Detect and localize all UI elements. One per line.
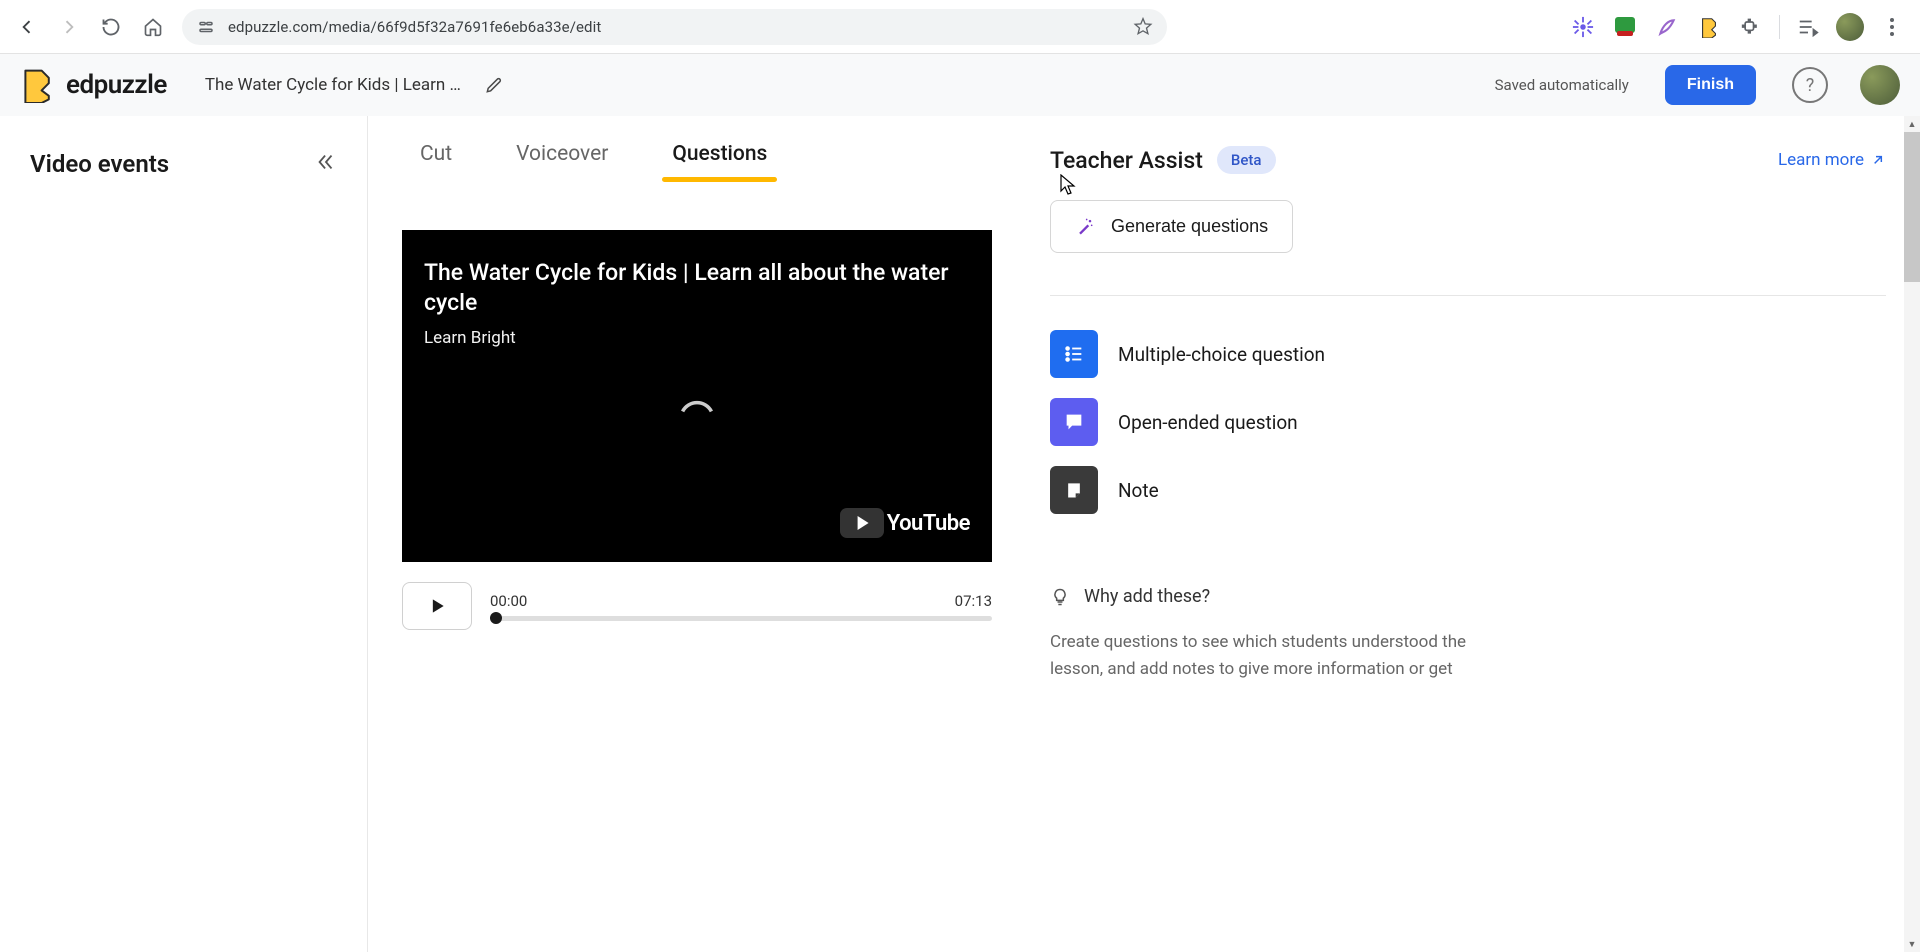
current-time: 00:00 xyxy=(490,592,527,610)
learn-more-link[interactable]: Learn more xyxy=(1778,150,1886,170)
play-button[interactable] xyxy=(402,582,472,630)
finish-button[interactable]: Finish xyxy=(1665,65,1756,105)
open-ended-label: Open-ended question xyxy=(1118,411,1298,434)
scroll-down-button[interactable]: ▼ xyxy=(1904,936,1920,952)
content-area: Cut Voiceover Questions The Water Cycle … xyxy=(368,116,1920,952)
extensions-icon[interactable] xyxy=(1737,13,1765,41)
site-settings-icon[interactable] xyxy=(196,17,216,37)
reload-button[interactable] xyxy=(94,10,128,44)
extension-edpuzzle-icon[interactable] xyxy=(1695,13,1723,41)
profile-avatar[interactable] xyxy=(1860,65,1900,105)
external-link-icon xyxy=(1870,152,1886,168)
logo-text: edpuzzle xyxy=(66,70,167,100)
list-icon xyxy=(1050,330,1098,378)
tab-voiceover[interactable]: Voiceover xyxy=(516,142,608,182)
edit-title-button[interactable] xyxy=(479,70,509,100)
multiple-choice-label: Multiple-choice question xyxy=(1118,343,1325,366)
hint-body: Create questions to see which students u… xyxy=(1050,629,1470,683)
add-open-ended-button[interactable]: Open-ended question xyxy=(1050,398,1886,446)
scroll-up-button[interactable]: ▲ xyxy=(1904,116,1920,132)
vertical-scrollbar[interactable]: ▲ ▼ xyxy=(1904,116,1920,952)
back-button[interactable] xyxy=(10,10,44,44)
extensions-row xyxy=(1569,13,1910,41)
beta-badge: Beta xyxy=(1217,146,1276,174)
video-player[interactable]: The Water Cycle for Kids | Learn all abo… xyxy=(402,230,992,562)
magic-wand-icon xyxy=(1075,217,1095,237)
save-status: Saved automatically xyxy=(1495,76,1629,94)
extension-feather-icon[interactable] xyxy=(1653,13,1681,41)
generate-questions-button[interactable]: Generate questions xyxy=(1050,200,1293,253)
chat-icon xyxy=(1050,398,1098,446)
menu-icon[interactable] xyxy=(1878,13,1906,41)
pencil-icon xyxy=(484,75,504,95)
playlist-icon[interactable] xyxy=(1794,13,1822,41)
note-icon xyxy=(1050,466,1098,514)
tab-cut[interactable]: Cut xyxy=(420,142,452,182)
url-text: edpuzzle.com/media/66f9d5f32a7691fe6eb6a… xyxy=(228,18,1121,36)
play-icon xyxy=(427,596,447,616)
tabs: Cut Voiceover Questions xyxy=(402,142,992,182)
divider xyxy=(1050,295,1886,296)
video-author: Learn Bright xyxy=(424,328,970,348)
note-label: Note xyxy=(1118,479,1159,502)
bookmark-icon[interactable] xyxy=(1133,17,1153,37)
collapse-sidebar-button[interactable] xyxy=(315,151,337,177)
help-button[interactable]: ? xyxy=(1792,67,1828,103)
timeline-slider[interactable] xyxy=(490,616,992,621)
question-mark-icon: ? xyxy=(1806,75,1815,96)
extension-green-icon[interactable] xyxy=(1611,13,1639,41)
add-multiple-choice-button[interactable]: Multiple-choice question xyxy=(1050,330,1886,378)
lightbulb-icon xyxy=(1050,587,1070,607)
player-controls: 00:00 07:13 xyxy=(402,582,992,630)
url-bar[interactable]: edpuzzle.com/media/66f9d5f32a7691fe6eb6a… xyxy=(182,9,1167,45)
home-button[interactable] xyxy=(136,10,170,44)
teacher-assist-title: Teacher Assist xyxy=(1050,147,1203,174)
tab-questions[interactable]: Questions xyxy=(672,142,767,182)
logo[interactable]: edpuzzle xyxy=(20,67,167,103)
hint-title: Why add these? xyxy=(1084,586,1210,607)
main-layout: Video events Cut Voiceover Questions The… xyxy=(0,116,1920,952)
youtube-text: YouTube xyxy=(887,511,970,536)
timeline-thumb[interactable] xyxy=(490,612,502,624)
loading-spinner-icon xyxy=(679,396,715,416)
youtube-logo[interactable]: YouTube xyxy=(840,508,970,538)
app-header: edpuzzle The Water Cycle for Kids | Lear… xyxy=(0,54,1920,116)
edpuzzle-logo-icon xyxy=(20,67,56,103)
profile-avatar-small[interactable] xyxy=(1836,13,1864,41)
sidebar-title: Video events xyxy=(30,150,169,178)
chevron-double-left-icon xyxy=(315,151,337,173)
add-note-button[interactable]: Note xyxy=(1050,466,1886,514)
duration-time: 07:13 xyxy=(955,592,992,610)
video-title: The Water Cycle for Kids | Learn all abo… xyxy=(424,258,970,318)
document-title: The Water Cycle for Kids | Learn … xyxy=(205,75,461,95)
scrollbar-thumb[interactable] xyxy=(1904,132,1920,282)
divider xyxy=(1779,15,1780,39)
sidebar: Video events xyxy=(0,116,368,952)
extension-loom-icon[interactable] xyxy=(1569,13,1597,41)
forward-button[interactable] xyxy=(52,10,86,44)
browser-chrome: edpuzzle.com/media/66f9d5f32a7691fe6eb6a… xyxy=(0,0,1920,54)
youtube-play-icon xyxy=(840,508,884,538)
